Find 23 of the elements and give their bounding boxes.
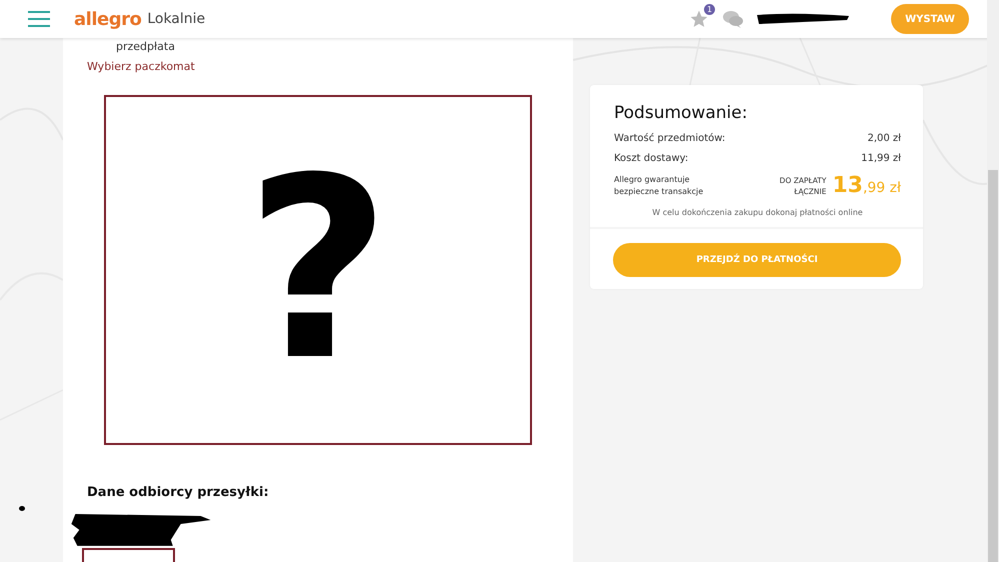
wystaw-button[interactable]: WYSTAW [891, 4, 969, 34]
choose-locker-link[interactable]: Wybierz paczkomat [87, 60, 549, 73]
question-mark: ? [245, 145, 391, 396]
guarantee-text: Allegro gwarantuje bezpieczne transakcje [614, 174, 704, 198]
row-label: Koszt dostawy: [614, 153, 688, 164]
dot-mark [19, 506, 25, 511]
input-field[interactable] [82, 548, 175, 562]
logo[interactable]: allegro [74, 8, 142, 30]
menu-icon[interactable] [28, 11, 50, 27]
pay-button[interactable]: PRZEJDŹ DO PŁATNOŚCI [613, 243, 901, 277]
payment-note: W celu dokończenia zakupu dokonaj płatności online [651, 208, 864, 217]
summary-title: Podsumowanie: [614, 103, 748, 123]
chat-icon[interactable] [723, 10, 743, 28]
scrollbar[interactable] [987, 0, 999, 562]
row-value: 2,00 zł [867, 133, 901, 144]
notification-badge: 1 [704, 4, 715, 15]
recipient-heading: Dane odbiorcy przesyłki: [87, 485, 270, 500]
row-label: Wartość przedmiotów: [614, 133, 726, 144]
logo-subtitle: Lokalnie [147, 11, 206, 27]
row-value: 11,99 zł [861, 153, 901, 164]
star-icon[interactable] [689, 9, 709, 29]
total-amount: 13,99 zł [832, 173, 901, 198]
payment-option-label: przedpłata [116, 40, 176, 54]
